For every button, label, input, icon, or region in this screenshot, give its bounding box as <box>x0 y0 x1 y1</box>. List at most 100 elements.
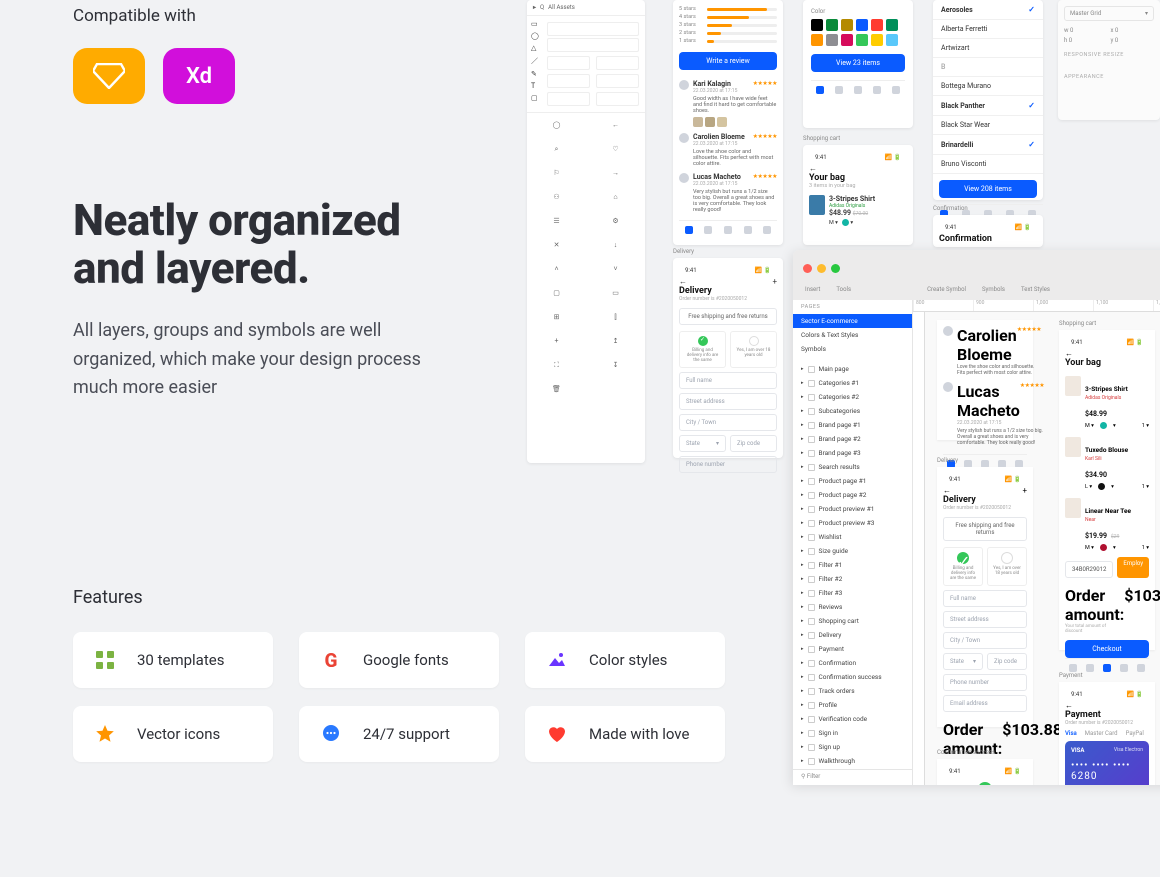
user-icon[interactable]: ⚇ <box>527 185 586 209</box>
feature-vector: Vector icons <box>73 706 273 762</box>
circle-icon[interactable]: ◯ <box>527 113 586 137</box>
sketch-canvas[interactable]: 8009001,0001,1001,200 Carolien Bloeme★★★… <box>913 300 1160 785</box>
artboard-row[interactable]: ▸Walkthrough <box>793 754 912 768</box>
sliders-icon[interactable]: ⚙ <box>586 209 645 233</box>
artboard-row[interactable]: ▸Verification code <box>793 712 912 726</box>
artboard-row[interactable]: ▸Filter #2 <box>793 572 912 586</box>
inspector-panel: Master Grid▾ w 0x 0 h 0y 0 RESPONSIVE RE… <box>1058 0 1160 120</box>
arrow-down-icon[interactable]: ↓ <box>586 233 645 257</box>
close-icon[interactable]: ✕ <box>527 233 586 257</box>
artboard-row[interactable]: ▸Delivery <box>793 628 912 642</box>
artboard-row[interactable]: ▸Confirmation success <box>793 670 912 684</box>
circle-tool-icon[interactable]: ◯ <box>531 32 541 40</box>
brand-row[interactable]: Alberta Ferretti <box>933 20 1043 39</box>
plus-icon[interactable]: + <box>527 329 586 353</box>
canvas-delivery[interactable]: 9:41📶 🔋 ←+ Delivery Order number is #202… <box>937 467 1033 727</box>
layer-filter-input[interactable]: Filter <box>807 773 820 780</box>
line-tool-icon[interactable]: ／ <box>531 56 541 66</box>
artboard-row[interactable]: ▸Brand page #1 <box>793 418 912 432</box>
artboard-row[interactable]: ▸Categories #2 <box>793 390 912 404</box>
artboard-row[interactable]: ▸Profile <box>793 698 912 712</box>
artboard-row[interactable]: ▸Shopping cart <box>793 614 912 628</box>
page-symbols[interactable]: Symbols <box>793 342 912 356</box>
artboard-row[interactable]: ▸Size guide <box>793 544 912 558</box>
assets-search[interactable]: All Assets <box>548 4 575 11</box>
artboard-row[interactable]: ▸Wishlist <box>793 530 912 544</box>
artboard-row[interactable]: ▸Track orders <box>793 684 912 698</box>
rect-tool-icon[interactable]: ▭ <box>531 20 541 28</box>
list-icon[interactable]: ☰ <box>527 209 586 233</box>
brand-row[interactable]: Bruno Visconti <box>933 155 1043 174</box>
artboard-row[interactable]: ▸Search results <box>793 460 912 474</box>
artboard-row[interactable]: ▸Product page #1 <box>793 474 912 488</box>
brand-row[interactable]: Black Panther✓ <box>933 96 1043 116</box>
upload-icon[interactable]: ↥ <box>586 329 645 353</box>
google-icon: G <box>321 650 341 670</box>
page-headline: Neatly organized and layered. <box>73 196 503 293</box>
download-icon[interactable]: ↧ <box>586 353 645 377</box>
home-icon[interactable]: ⌂ <box>586 185 645 209</box>
brand-row[interactable]: Bottega Murano <box>933 77 1043 96</box>
features-label: Features <box>73 587 503 608</box>
chat-icon <box>321 724 341 744</box>
artboard-row[interactable]: ▸Product page #2 <box>793 488 912 502</box>
grid-icon[interactable]: ⊞ <box>527 305 586 329</box>
page-colors-text[interactable]: Colors & Text Styles <box>793 328 912 342</box>
pen-tool-icon[interactable]: ✎ <box>531 70 541 78</box>
color-swatches[interactable] <box>811 19 905 46</box>
text-tool-icon[interactable]: T <box>531 82 541 90</box>
view-items-button[interactable]: View 23 items <box>811 54 905 72</box>
card-icon[interactable]: ▭ <box>586 281 645 305</box>
artboard-row[interactable]: ▸Brand page #3 <box>793 446 912 460</box>
artboard-row[interactable]: ▸Sign in <box>793 726 912 740</box>
brand-row[interactable]: Black Star Wear <box>933 116 1043 135</box>
artboard-row[interactable]: ▸Reviews <box>793 600 912 614</box>
artboard-row[interactable]: ▸Brand page #2 <box>793 432 912 446</box>
cart-icon[interactable]: ⛶ <box>527 353 586 377</box>
feature-templates: 30 templates <box>73 632 273 688</box>
artboard-row[interactable]: ▸Categories #1 <box>793 376 912 390</box>
chevron-up-icon[interactable]: ˄ <box>527 257 586 281</box>
artboard-row[interactable]: ▸Sign up <box>793 740 912 754</box>
confirmation-label: Confirmation <box>933 205 968 212</box>
reviews-card: 5 stars4 stars3 stars2 stars1 stars Writ… <box>673 0 783 245</box>
square-icon[interactable]: ▢ <box>527 281 586 305</box>
brand-row[interactable]: Aerosoles✓ <box>933 0 1043 20</box>
assets-panel: ▸ Q All Assets ▭ ◯ △ ／ ✎ T ▢ ◯← ⌕♡ <box>527 0 645 463</box>
artboard-row[interactable]: ▸Product preview #3 <box>793 516 912 530</box>
triangle-tool-icon[interactable]: △ <box>531 44 541 52</box>
canvas-reviews[interactable]: Carolien Bloeme★★★★★Love the shoe color … <box>937 320 1033 440</box>
artboard-row[interactable]: ▸Payment <box>793 642 912 656</box>
artboard-row[interactable]: ▸Confirmation <box>793 656 912 670</box>
write-review-button[interactable]: Write a review <box>679 52 777 70</box>
mini-cart-card: 9:41📶 🔋 ← Your bag 3 items in your bag 3… <box>803 145 913 245</box>
view-brand-items-button[interactable]: View 208 items <box>939 180 1037 198</box>
chevron-down-icon[interactable]: ˅ <box>586 257 645 281</box>
canvas-payment[interactable]: 9:41📶 🔋 ← Payment Order number is #20200… <box>1059 682 1155 785</box>
arrow-left-icon[interactable]: ← <box>586 113 645 137</box>
delivery-card-small: 9:41📶 🔋 ←+ Delivery Order number is #202… <box>673 258 783 458</box>
brand-row[interactable]: Artwizart <box>933 39 1043 58</box>
arrow-right-icon[interactable]: → <box>586 161 645 185</box>
canvas-bag[interactable]: 9:41📶 🔋 ← Your bag 3-Stripes ShirtAdidas… <box>1059 330 1155 650</box>
heart-outline-icon[interactable]: ♡ <box>586 137 645 161</box>
checkout-button[interactable]: Checkout <box>1065 640 1149 658</box>
brand-row[interactable]: Brinardelli✓ <box>933 135 1043 155</box>
sketch-layers-sidebar[interactable]: PAGES Sector E-commerce Colors & Text St… <box>793 300 913 785</box>
page-sector-ecommerce[interactable]: Sector E-commerce <box>793 314 912 328</box>
artboard-row[interactable]: ▸Filter #3 <box>793 586 912 600</box>
artboard-tool-icon[interactable]: ▢ <box>531 94 541 102</box>
artboard-row[interactable]: ▸Filter #1 <box>793 558 912 572</box>
bookmark-icon[interactable]: ⚐ <box>527 161 586 185</box>
artboard-row[interactable]: ▸Subcategories <box>793 404 912 418</box>
canvas-success[interactable]: 9:41📶 🔋 ✓Success <box>937 759 1033 785</box>
sketch-app-icon <box>73 48 145 104</box>
feature-fonts: G Google fonts <box>299 632 499 688</box>
trash-icon[interactable]: 🗑 <box>527 377 586 401</box>
chart-icon[interactable]: ⫿ <box>586 305 645 329</box>
page-subtext: All layers, groups and symbols are well … <box>73 317 453 403</box>
window-controls[interactable] <box>803 264 840 273</box>
artboard-row[interactable]: ▸Product preview #1 <box>793 502 912 516</box>
artboard-row[interactable]: ▸Main page <box>793 362 912 376</box>
search-icon[interactable]: ⌕ <box>527 137 586 161</box>
